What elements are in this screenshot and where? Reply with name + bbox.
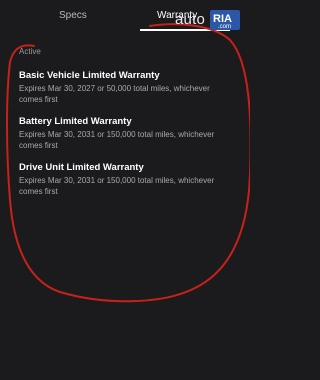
warranty-title: Basic Vehicle Limited Warranty	[19, 70, 160, 81]
warranty-item: Drive Unit Limited Warranty Expires Mar …	[19, 162, 234, 197]
warranty-description: Expires Mar 30, 2031 or 150,000 total mi…	[19, 130, 215, 150]
warranty-title: Drive Unit Limited Warranty	[19, 162, 144, 173]
watermark-logo: auto RIA .com	[170, 6, 244, 34]
warranty-item: Basic Vehicle Limited Warranty Expires M…	[19, 70, 234, 105]
warranty-item: Battery Limited Warranty Expires Mar 30,…	[19, 116, 234, 151]
watermark-auto-text: auto	[175, 11, 205, 28]
tab-specs[interactable]: Specs	[59, 10, 87, 21]
warranty-description: Expires Mar 30, 2031 or 150,000 total mi…	[19, 176, 215, 196]
section-label-active: Active	[19, 47, 41, 56]
warranty-description: Expires Mar 30, 2027 or 50,000 total mil…	[19, 84, 210, 104]
warranty-title: Battery Limited Warranty	[19, 116, 132, 127]
watermark-com-text: .com	[218, 24, 232, 30]
